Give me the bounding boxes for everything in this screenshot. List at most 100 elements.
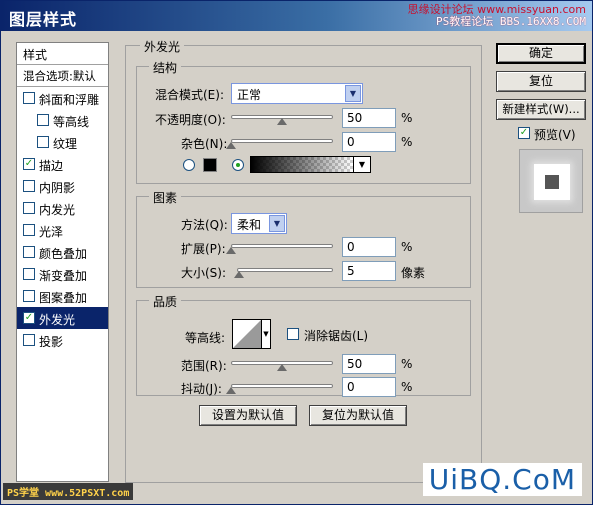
- slider-thumb[interactable]: [226, 142, 236, 149]
- chevron-down-icon[interactable]: ▼: [261, 319, 271, 349]
- slider-thumb[interactable]: [226, 387, 236, 394]
- style-item-inner-shadow[interactable]: 内阴影: [17, 175, 108, 197]
- slider-thumb[interactable]: [233, 271, 244, 278]
- blend-mode-dropdown[interactable]: 正常 ▼: [231, 83, 363, 104]
- size-label: 大小(S):: [181, 266, 227, 280]
- technique-label: 方法(Q):: [181, 218, 228, 232]
- style-checkbox[interactable]: [23, 224, 35, 236]
- slider-thumb[interactable]: [277, 118, 287, 125]
- contour-picker[interactable]: [232, 319, 262, 349]
- style-item-stroke[interactable]: ✓ 描边: [17, 153, 108, 175]
- style-item-label: 内发光: [39, 203, 76, 217]
- noise-input[interactable]: 0: [342, 132, 396, 152]
- style-checkbox[interactable]: [37, 136, 49, 148]
- technique-dropdown[interactable]: 柔和 ▼: [231, 213, 287, 234]
- antialias-label: 消除锯齿(L): [304, 329, 369, 343]
- glow-color-swatch[interactable]: [203, 158, 217, 172]
- style-item-label: 纹理: [53, 137, 78, 151]
- style-checkbox[interactable]: ✓: [23, 158, 35, 170]
- style-item-satin[interactable]: 光泽: [17, 219, 108, 241]
- style-item-pattern-overlay[interactable]: 图案叠加: [17, 285, 108, 307]
- style-checkbox[interactable]: [37, 114, 49, 126]
- glow-gradient-picker[interactable]: [250, 156, 354, 173]
- preview-label: 预览(V): [534, 128, 576, 142]
- style-item-inner-glow[interactable]: 内发光: [17, 197, 108, 219]
- reset-default-button[interactable]: 复位为默认值: [309, 405, 407, 426]
- style-checkbox[interactable]: [23, 92, 35, 104]
- style-item-label: 颜色叠加: [39, 247, 88, 261]
- spread-unit: %: [401, 240, 413, 254]
- spread-label: 扩展(P):: [181, 242, 226, 256]
- outer-glow-panel: 外发光 结构 混合模式(E): 正常 ▼ 不透明度(O): 50 % 杂色(N)…: [125, 38, 482, 483]
- style-item-label: 外发光: [39, 313, 76, 327]
- style-checkbox[interactable]: ✓: [23, 312, 35, 324]
- structure-title: 结构: [149, 59, 182, 76]
- style-item-drop-shadow[interactable]: 投影: [17, 329, 108, 351]
- style-item-gradient-overlay[interactable]: 渐变叠加: [17, 263, 108, 285]
- slider-track: [237, 268, 333, 272]
- jitter-slider[interactable]: [226, 380, 333, 394]
- style-item-contour[interactable]: 等高线: [17, 109, 108, 131]
- quality-title: 品质: [149, 293, 182, 310]
- jitter-unit: %: [401, 380, 413, 394]
- elements-group: 图素 方法(Q): 柔和 ▼ 扩展(P): 0 % 大小(S): 5 像素: [136, 189, 471, 288]
- style-checkbox[interactable]: [23, 334, 35, 346]
- style-item-outer-glow[interactable]: ✓ 外发光: [17, 307, 108, 329]
- structure-group: 结构 混合模式(E): 正常 ▼ 不透明度(O): 50 % 杂色(N): 0 …: [136, 59, 471, 184]
- noise-label: 杂色(N):: [181, 137, 228, 151]
- contour-preview: [233, 320, 261, 348]
- window-title: 图层样式: [9, 10, 78, 29]
- set-default-button[interactable]: 设置为默认值: [199, 405, 297, 426]
- opacity-label: 不透明度(O):: [155, 113, 226, 127]
- style-item-label: 投影: [39, 335, 64, 349]
- blend-mode-label: 混合模式(E):: [155, 88, 224, 102]
- spread-input[interactable]: 0: [342, 237, 396, 257]
- range-slider[interactable]: [231, 357, 333, 371]
- reset-button[interactable]: 复位: [496, 71, 586, 92]
- size-slider[interactable]: [233, 264, 333, 278]
- slider-thumb[interactable]: [277, 364, 287, 371]
- chevron-down-icon: ▼: [345, 85, 361, 102]
- chevron-down-icon[interactable]: ▼: [353, 156, 371, 173]
- style-item-color-overlay[interactable]: 颜色叠加: [17, 241, 108, 263]
- jitter-input[interactable]: 0: [342, 377, 396, 397]
- style-checkbox[interactable]: [23, 246, 35, 258]
- style-item-label: 渐变叠加: [39, 269, 88, 283]
- title-bar[interactable]: 图层样式 思缘设计论坛 www.missyuan.com PS教程论坛 BBS.…: [1, 1, 592, 31]
- watermark-bottom-left-text: PS学堂 www.52PSXT.com: [7, 488, 130, 499]
- style-checkbox[interactable]: [23, 202, 35, 214]
- quality-group: 品质 等高线: ▼ 消除锯齿(L) 范围(R): 50 % 抖动(J): 0 %: [136, 293, 471, 397]
- watermark-bottom-left: PS学堂 www.52PSXT.com: [3, 483, 134, 500]
- style-item-label: 等高线: [53, 115, 90, 129]
- elements-title: 图素: [149, 189, 182, 206]
- outer-glow-title: 外发光: [140, 38, 185, 55]
- style-checkbox[interactable]: [23, 290, 35, 302]
- watermark-top: 思缘设计论坛 www.missyuan.com PS教程论坛 BBS.16XX8…: [408, 4, 586, 28]
- layer-style-dialog: 图层样式 思缘设计论坛 www.missyuan.com PS教程论坛 BBS.…: [0, 0, 593, 505]
- size-input[interactable]: 5: [342, 261, 396, 281]
- opacity-slider[interactable]: [231, 111, 333, 125]
- style-checkbox[interactable]: [23, 268, 35, 280]
- style-checkbox[interactable]: [23, 180, 35, 192]
- slider-track: [231, 384, 333, 388]
- ok-button[interactable]: 确定: [496, 43, 586, 64]
- range-input[interactable]: 50: [342, 354, 396, 374]
- spread-slider[interactable]: [226, 240, 333, 254]
- slider-thumb[interactable]: [226, 247, 236, 254]
- styles-list: 样式 混合选项:默认 斜面和浮雕 等高线 纹理 ✓ 描边 内阴影 内发光 光泽 颜…: [16, 42, 109, 482]
- style-item-texture[interactable]: 纹理: [17, 131, 108, 153]
- style-item-bevel-emboss[interactable]: 斜面和浮雕: [17, 87, 108, 109]
- slider-track: [231, 244, 333, 248]
- style-item-label: 斜面和浮雕: [39, 93, 100, 107]
- noise-slider[interactable]: [226, 135, 333, 149]
- styles-header[interactable]: 样式: [17, 43, 108, 65]
- opacity-input[interactable]: 50: [342, 108, 396, 128]
- antialias-checkbox[interactable]: [287, 328, 299, 340]
- preview-core: [545, 175, 559, 189]
- preview-checkbox[interactable]: ✓: [518, 127, 530, 139]
- new-style-button[interactable]: 新建样式(W)...: [496, 99, 586, 120]
- solid-color-radio[interactable]: [183, 159, 195, 171]
- chevron-down-icon: ▼: [269, 215, 285, 232]
- blending-options-item[interactable]: 混合选项:默认: [17, 65, 108, 87]
- gradient-radio[interactable]: [232, 159, 244, 171]
